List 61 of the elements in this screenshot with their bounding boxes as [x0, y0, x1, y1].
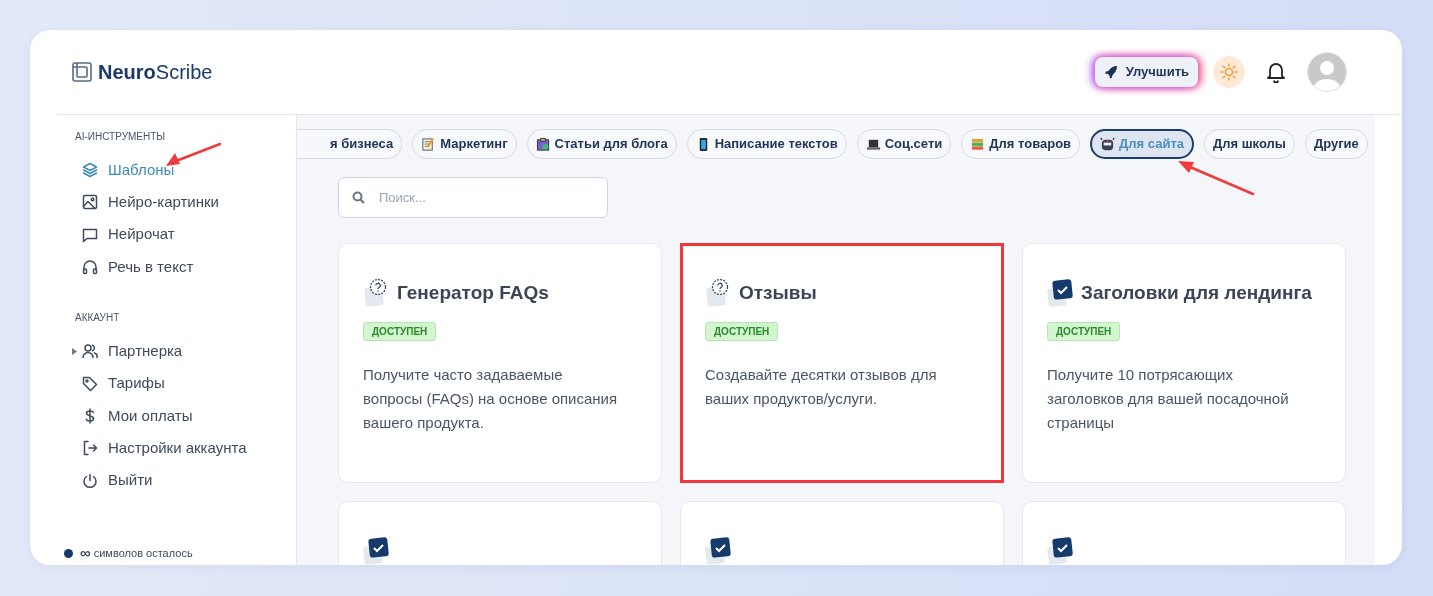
sidebar-item[interactable]: Шаблоны — [56, 154, 179, 187]
card-description: Получите часто задаваемые вопросы (FAQs) на основе описания вашего продукта. — [363, 365, 619, 433]
checkbox-icon — [1047, 278, 1075, 308]
card-title: Отзывы — [739, 280, 817, 305]
card-description: Получите 10 потрясающих заголовков для вашей посадочной страницы — [1047, 365, 1290, 433]
sidebar-item[interactable]: Настройки аккаунта — [56, 432, 251, 465]
search-icon — [352, 191, 365, 204]
robot-icon — [1100, 136, 1116, 152]
card-title: Генератор FAQs — [397, 280, 549, 305]
infinity-sign: ∞ — [80, 542, 91, 563]
section-label: AI-ИНСТРУМЕНТЫ — [74, 130, 167, 144]
template-card[interactable]: Генератор FAQs ДОСТУПЕН Получите часто задаваемые вопросы (FAQs) на основе описания вашего продукта. — [338, 243, 662, 483]
rocket-icon — [1103, 65, 1118, 79]
logout-icon — [82, 440, 98, 457]
headphones-icon — [82, 259, 98, 276]
users-icon — [82, 343, 98, 360]
sidebar-item[interactable]: Партнерка — [56, 335, 187, 368]
search-field[interactable]: Поиск... — [338, 177, 608, 218]
category-chip[interactable]: Статьи для блога — [526, 129, 677, 159]
category-chip[interactable]: Соц.сети — [856, 129, 952, 159]
card-description: Создавайте десятки отзывов для ваших продуктов/услуги. — [705, 365, 938, 409]
status-badge: ДОСТУПЕН — [705, 322, 779, 341]
chat-icon — [82, 226, 98, 243]
symbols-left-text: символов осталось — [93, 545, 193, 561]
checkbox-icon — [363, 536, 391, 565]
power-icon — [82, 472, 98, 489]
sidebar-item[interactable]: Речь в текст — [56, 250, 198, 284]
avatar[interactable] — [1307, 52, 1347, 92]
sidebar-item[interactable]: Нейро-картинки — [56, 186, 223, 219]
clipboard-icon — [535, 136, 551, 152]
upgrade-button[interactable]: Улучшить — [1094, 57, 1198, 87]
books-icon — [970, 136, 986, 152]
layers-icon — [82, 162, 98, 179]
sidebar-item[interactable]: Тарифы — [56, 367, 169, 400]
category-chip[interactable]: Написание текстов — [686, 129, 847, 159]
status-badge: ДОСТУПЕН — [363, 322, 437, 341]
status-dot — [64, 548, 73, 558]
sun-icon — [1220, 63, 1238, 81]
category-chip[interactable]: я бизнеса — [297, 129, 403, 159]
sidebar-item[interactable]: Выйти — [56, 464, 157, 497]
notepad-icon — [421, 136, 437, 152]
category-chip[interactable]: Маркетинг — [412, 129, 517, 159]
section-label: АККАУНТ — [74, 311, 121, 326]
logo-icon — [72, 62, 92, 82]
logo-text: NeuroScribe — [98, 60, 213, 85]
sidebar-item[interactable]: Мои оплаты — [56, 399, 197, 433]
image-icon — [82, 194, 98, 211]
bell-icon[interactable] — [1266, 61, 1286, 83]
status-badge: ДОСТУПЕН — [1047, 322, 1121, 341]
tag-icon — [82, 375, 98, 392]
template-card[interactable]: Отзывы ДОСТУПЕН Создавайте десятки отзывов для ваших продуктов/услуги. — [680, 243, 1004, 483]
checkbox-icon — [705, 536, 733, 565]
theme-toggle[interactable] — [1213, 56, 1245, 88]
checkbox-icon — [1047, 536, 1075, 565]
category-chip[interactable]: Для товаров — [961, 129, 1081, 159]
category-chip[interactable]: Для школы — [1204, 129, 1295, 159]
category-chip[interactable]: Другие — [1304, 129, 1368, 159]
caret-icon[interactable] — [72, 348, 77, 356]
card-title: Заголовки для лендинга — [1081, 280, 1312, 305]
sidebar-item[interactable]: Нейрочат — [56, 218, 179, 251]
template-card[interactable]: Заголовки для лендинга ДОСТУПЕН Получите 10 потрясающих заголовков для вашей посадочной страницы — [1022, 243, 1346, 483]
